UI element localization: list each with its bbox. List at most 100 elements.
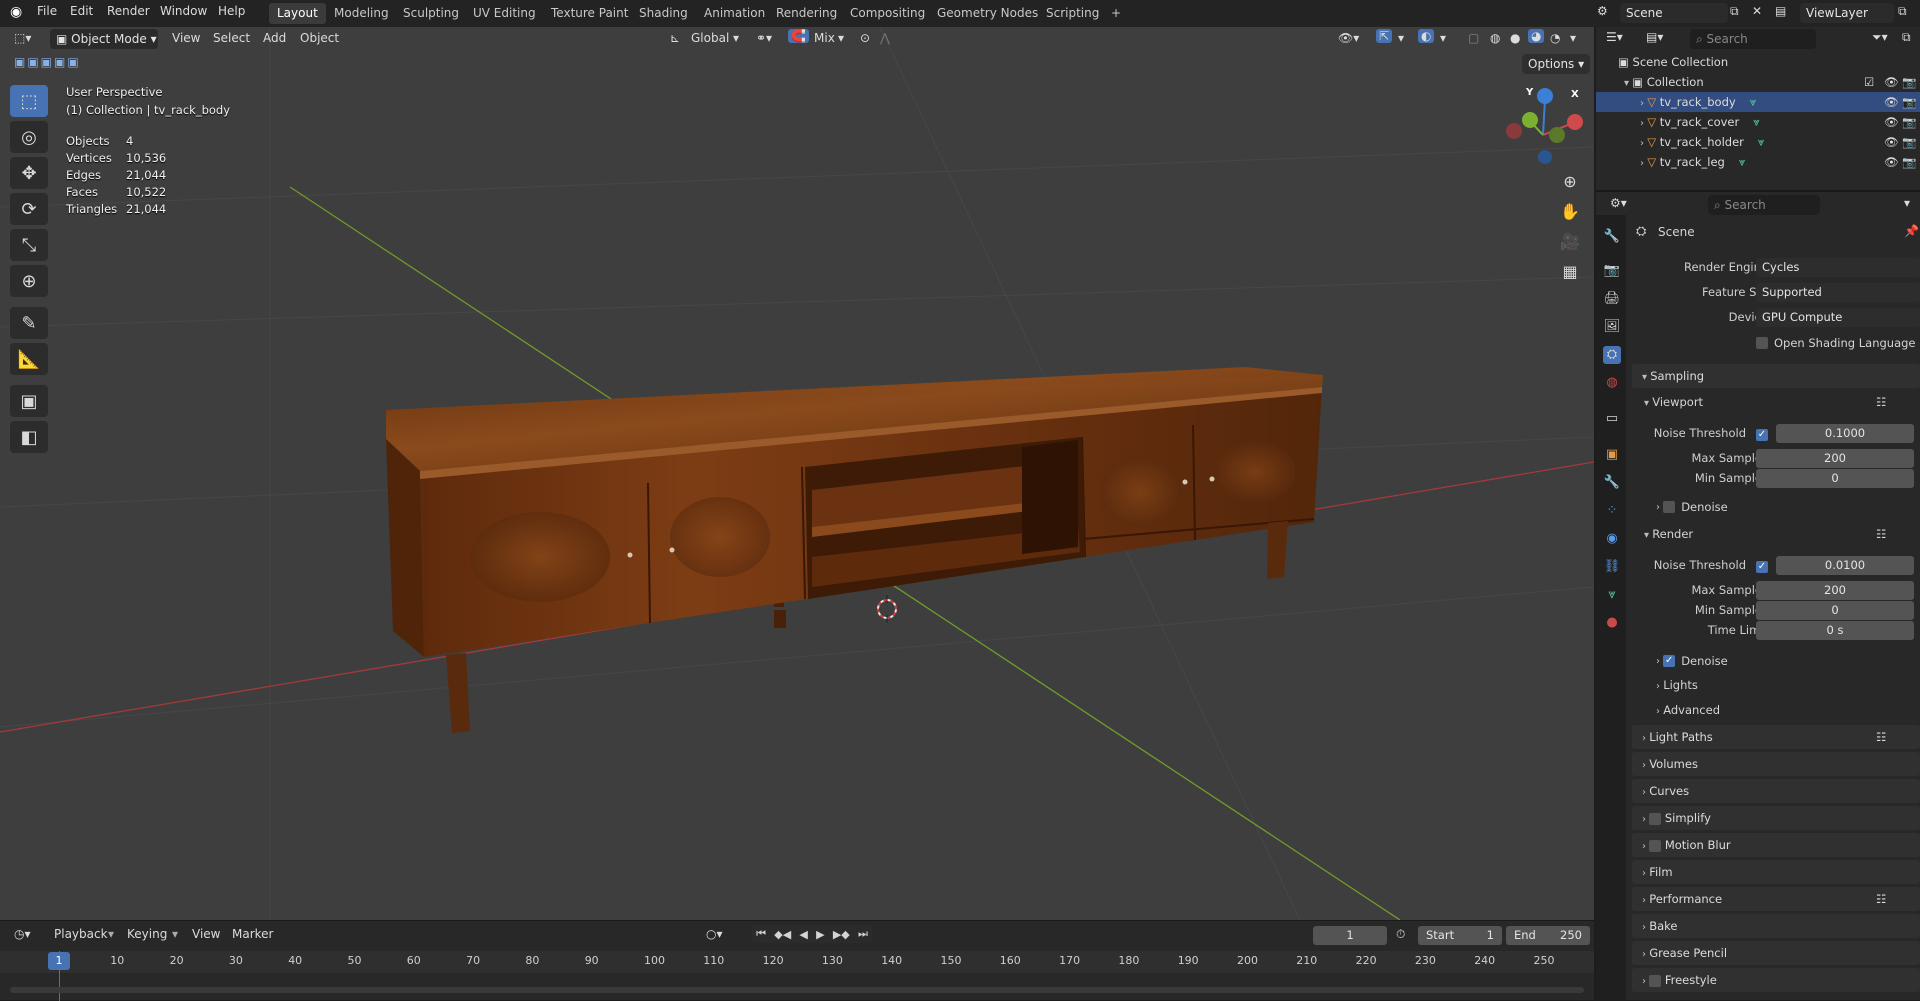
gizmo-x-label[interactable]: X <box>1571 89 1579 100</box>
proportional-edit-icon[interactable]: ⊙ <box>860 31 870 45</box>
list-icon[interactable]: ☷ <box>1876 390 1886 414</box>
render-engine-dropdown[interactable]: Cycles <box>1756 258 1920 277</box>
rendered-shading-icon[interactable]: ◔ <box>1550 31 1560 45</box>
new-scene-icon[interactable]: ⧉ <box>1730 4 1739 19</box>
new-view-layer-icon[interactable]: ⧉ <box>1898 4 1907 19</box>
properties-editor-icon[interactable]: ⚙▾ <box>1610 196 1627 210</box>
material-tab-icon[interactable]: ● <box>1603 614 1621 632</box>
end-frame-field[interactable]: End 250 <box>1506 926 1590 945</box>
outliner-editor-icon[interactable]: ☰▾ <box>1606 30 1623 44</box>
tab-modeling[interactable]: Modeling <box>326 3 397 24</box>
move-tool[interactable]: ✥ <box>10 157 48 189</box>
camera-icon[interactable]: 📷 <box>1902 72 1916 92</box>
pan-hand-icon[interactable]: ✋ <box>1556 197 1584 225</box>
checkbox-icon[interactable]: ☑ <box>1864 72 1874 92</box>
view-layer-tab-icon[interactable]: 🖼 <box>1603 318 1621 336</box>
output-tab-icon[interactable]: 🖨 <box>1603 290 1621 308</box>
timeline-scrollbar[interactable] <box>10 987 1584 993</box>
display-mode-icon[interactable]: ▤▾ <box>1646 30 1663 44</box>
viewport-max-samples-field[interactable]: 200 <box>1756 449 1914 468</box>
bake-panel[interactable]: › Bake <box>1632 914 1920 938</box>
chevron-down-icon[interactable]: ▾ <box>1904 196 1910 210</box>
next-keyframe-icon[interactable]: ▶◆ <box>833 928 850 941</box>
orientation-icon[interactable]: ⊾ <box>670 31 680 45</box>
add-workspace-button[interactable]: + <box>1103 3 1129 24</box>
grid-toggle-icon[interactable]: ▦ <box>1556 257 1584 285</box>
mesh-data-icon[interactable]: ⩔ <box>1750 95 1757 109</box>
gizmo-toggle-icon[interactable]: ⇱ <box>1376 29 1393 43</box>
view-layer-icon[interactable]: ▤ <box>1775 4 1786 18</box>
playback-menu[interactable]: Playback <box>54 927 108 941</box>
scale-tool[interactable]: ⤡ <box>10 229 48 261</box>
render-noise-threshold-checkbox[interactable]: ✓ <box>1756 561 1768 573</box>
gizmo-y-label[interactable]: Y <box>1526 87 1533 98</box>
current-frame-field[interactable]: 1 <box>1313 926 1387 945</box>
render-denoise-row[interactable]: › ✓ Denoise <box>1656 654 1728 668</box>
eye-icon[interactable]: 👁 <box>1884 112 1899 132</box>
start-frame-field[interactable]: Start 1 <box>1418 926 1502 945</box>
material-shading-icon[interactable]: ◕ <box>1528 29 1545 43</box>
scene-selector[interactable]: Scene <box>1620 3 1728 23</box>
tab-texture-paint[interactable]: Texture Paint <box>543 3 636 24</box>
orientation-selector[interactable]: Global <box>691 31 729 45</box>
outliner-item-tv-rack-holder[interactable]: › ▽ tv_rack_holder ⩔ 👁 📷 <box>1596 132 1920 152</box>
xray-toggle-icon[interactable]: ▢ <box>1468 31 1479 45</box>
eye-icon[interactable]: 👁 <box>1884 152 1899 172</box>
physics-tab-icon[interactable]: ◉ <box>1603 530 1621 548</box>
add-menu[interactable]: Add <box>263 31 286 45</box>
menu-file[interactable]: File <box>37 4 57 18</box>
tool-tab-icon[interactable]: 🔧 <box>1603 228 1621 246</box>
render-min-samples-field[interactable]: 0 <box>1756 601 1914 620</box>
editor-type-icon[interactable]: ⬚▾ <box>14 31 31 45</box>
clock-icon[interactable]: ◷▾ <box>14 927 31 941</box>
rotate-tool[interactable]: ⟳ <box>10 193 48 225</box>
frame-ruler[interactable]: 1102030405060708090100110120130140150160… <box>0 951 1594 973</box>
render-subpanel-header[interactable]: ▾ Render ☷ <box>1644 522 1920 546</box>
extrude-tool[interactable]: ◧ <box>10 421 48 453</box>
timeline-view-menu[interactable]: View <box>192 927 220 941</box>
camera-icon[interactable]: 📷 <box>1902 92 1916 112</box>
overlay-toggle-icon[interactable]: ◐ <box>1418 29 1435 43</box>
viewport-denoise-row[interactable]: › Denoise <box>1656 500 1728 514</box>
advanced-subpanel-header[interactable]: › Advanced <box>1656 703 1720 717</box>
render-denoise-checkbox[interactable]: ✓ <box>1663 655 1676 667</box>
playhead[interactable]: 1 <box>48 952 70 970</box>
mesh-data-icon[interactable]: ⩔ <box>1758 135 1765 149</box>
simplify-checkbox[interactable] <box>1649 812 1662 825</box>
new-collection-icon[interactable]: ⧉ <box>1902 30 1911 45</box>
options-dropdown[interactable]: Options ▾ <box>1522 54 1590 74</box>
viewport-noise-threshold-checkbox[interactable]: ✓ <box>1756 429 1768 441</box>
play-icon[interactable]: ▶ <box>816 928 824 941</box>
cursor-tool[interactable]: ◎ <box>10 121 48 153</box>
viewport-noise-threshold-field[interactable]: 0.1000 <box>1776 424 1914 443</box>
render-max-samples-field[interactable]: 200 <box>1756 581 1914 600</box>
transform-tool[interactable]: ⊕ <box>10 265 48 297</box>
render-tab-icon[interactable]: 📷 <box>1603 262 1621 280</box>
chevron-down-icon[interactable]: ▾ <box>1570 31 1576 45</box>
camera-icon[interactable]: 📷 <box>1902 152 1916 172</box>
outliner-search-input[interactable]: ⌕ Search <box>1690 29 1816 49</box>
viewport-subpanel-header[interactable]: ▾ Viewport ☷ <box>1644 390 1920 414</box>
time-limit-field[interactable]: 0 s <box>1756 621 1914 640</box>
lights-subpanel-header[interactable]: › Lights <box>1656 678 1698 692</box>
blender-logo-icon[interactable]: ◉ <box>10 4 22 20</box>
pivot-icon[interactable]: ⚭▾ <box>756 31 772 45</box>
snap-target-selector[interactable]: Mix <box>814 31 835 45</box>
chevron-down-icon[interactable]: ▾ <box>1624 78 1632 89</box>
outliner[interactable]: ☰▾ ▤▾ ⌕ Search ⏷▾ ⧉ ▣ Scene Collection ▾… <box>1596 27 1920 190</box>
freestyle-checkbox[interactable] <box>1649 974 1662 987</box>
performance-panel[interactable]: › Performance ☷ <box>1632 887 1920 911</box>
play-reverse-icon[interactable]: ◀ <box>799 928 807 941</box>
tab-sculpting[interactable]: Sculpting <box>395 3 467 24</box>
constraints-tab-icon[interactable]: ⛓ <box>1603 558 1621 576</box>
curves-panel[interactable]: › Curves <box>1632 779 1920 803</box>
keying-menu[interactable]: Keying <box>127 927 167 941</box>
particles-tab-icon[interactable]: ⁘ <box>1603 502 1621 520</box>
solid-shading-icon[interactable]: ● <box>1510 31 1520 45</box>
snap-toggle-icon[interactable]: 🧲 <box>788 29 809 43</box>
camera-icon[interactable]: 📷 <box>1902 112 1916 132</box>
measure-tool[interactable]: 📐 <box>10 343 48 375</box>
chevron-down-icon[interactable]: ▾ <box>1440 31 1446 45</box>
selection-mode-icons[interactable]: ▣▣▣▣▣ <box>14 55 81 69</box>
chevron-down-icon[interactable]: ▾ <box>733 31 739 45</box>
